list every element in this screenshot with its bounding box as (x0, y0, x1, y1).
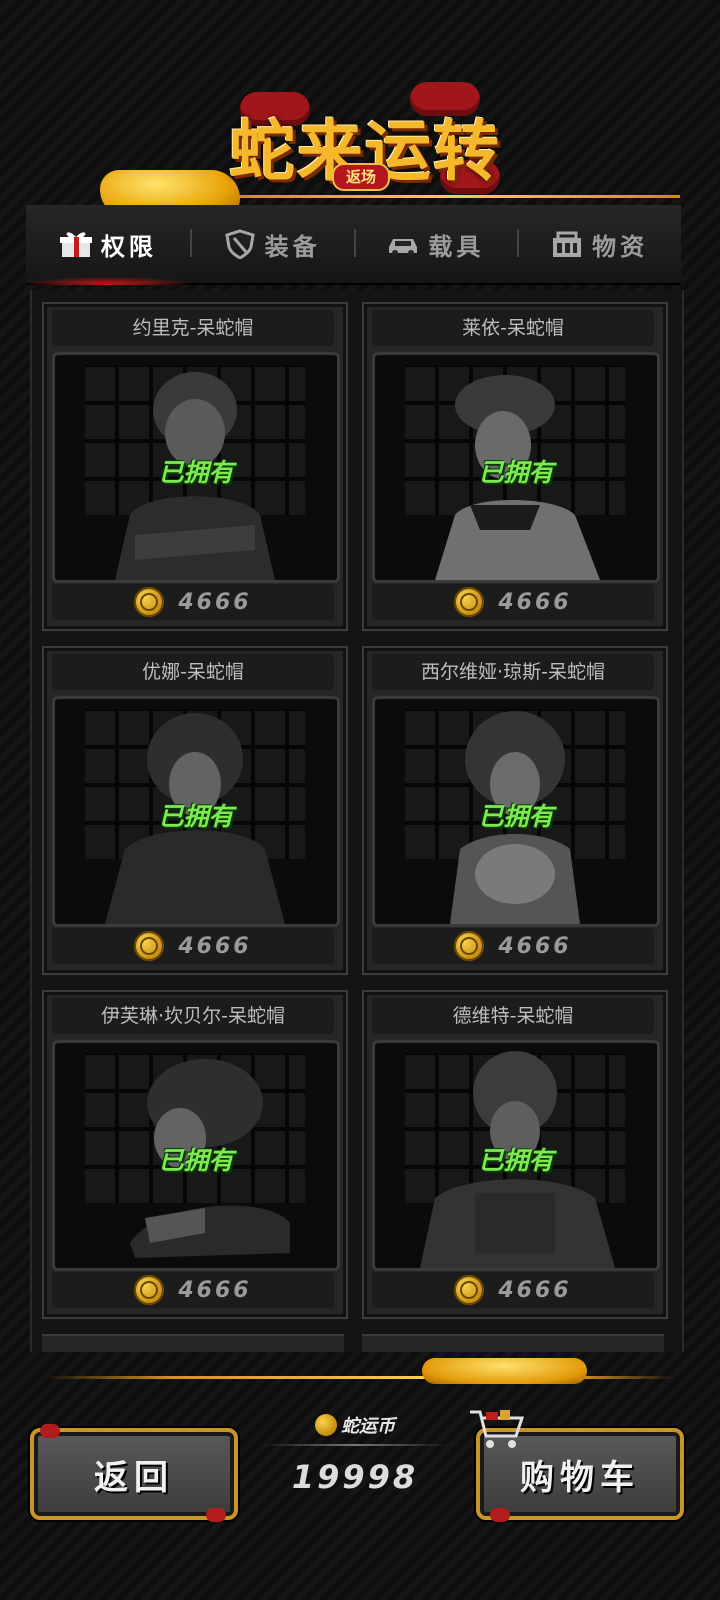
tab-label: 装备 (264, 232, 321, 261)
ornament-icon (40, 1424, 60, 1438)
owned-status: 已拥有 (478, 458, 554, 487)
cart-button-label: 购物车 (520, 1457, 640, 1498)
tab-supplies[interactable]: 物资 (517, 205, 681, 283)
price-bar: 4666 (372, 1272, 654, 1308)
snake-coin-icon (454, 931, 485, 961)
snake-coin-icon (454, 1275, 485, 1305)
price-bar: 4666 (372, 928, 654, 964)
car-icon (386, 229, 420, 259)
character-portrait: 已拥有 (372, 1040, 660, 1271)
tab-label: 载具 (428, 232, 485, 261)
product-name: 德维特-呆蛇帽 (372, 998, 654, 1034)
supply-crate-icon (550, 229, 584, 259)
back-button-label: 返回 (94, 1457, 174, 1498)
snake-coin-icon (134, 587, 165, 617)
header-divider (230, 195, 680, 198)
owned-status: 已拥有 (158, 1146, 234, 1175)
product-card-partial[interactable] (42, 1334, 344, 1352)
tab-equipment[interactable]: 装备 (189, 205, 354, 283)
snake-coin-icon (315, 1414, 337, 1436)
gift-box-icon (59, 229, 93, 259)
owned-status: 已拥有 (478, 802, 554, 831)
owned-status: 已拥有 (158, 458, 234, 487)
product-card-partial[interactable] (362, 1334, 664, 1352)
price-value: 4666 (178, 589, 252, 615)
product-name: 优娜-呆蛇帽 (52, 654, 334, 690)
back-button[interactable]: 返回 (30, 1424, 238, 1522)
currency-label: 蛇运币 (341, 1416, 395, 1437)
snake-coin-icon (454, 587, 485, 617)
ornament-icon (490, 1508, 510, 1522)
product-card[interactable]: 莱依-呆蛇帽 已拥有 4666 (362, 302, 668, 631)
product-name: 西尔维娅·琼斯-呆蛇帽 (372, 654, 654, 690)
owned-status: 已拥有 (478, 1146, 554, 1175)
price-value: 4666 (498, 589, 572, 615)
product-grid: 约里克-呆蛇帽 已拥有 4666 莱依-呆蛇帽 已拥有 4666 优娜-呆蛇帽 … (30, 290, 684, 1352)
price-value: 4666 (498, 933, 572, 959)
event-badge: 返场 (332, 163, 390, 191)
product-name: 伊芙琳·坎贝尔-呆蛇帽 (52, 998, 334, 1034)
price-value: 4666 (498, 1277, 572, 1303)
snake-coin-icon (134, 1275, 165, 1305)
category-tabs: 权限 装备 载具 物资 (26, 205, 681, 285)
currency-display: 蛇运币 19998 (255, 1408, 455, 1518)
tab-label: 物资 (592, 232, 649, 261)
product-card[interactable]: 约里克-呆蛇帽 已拥有 4666 (42, 302, 348, 631)
product-name: 莱依-呆蛇帽 (372, 310, 654, 346)
character-portrait: 已拥有 (372, 352, 660, 583)
shopping-cart-icon (470, 1410, 525, 1448)
character-portrait: 已拥有 (372, 696, 660, 927)
price-value: 4666 (178, 1277, 252, 1303)
ornament-icon (206, 1508, 226, 1522)
product-name: 约里克-呆蛇帽 (52, 310, 334, 346)
character-portrait: 已拥有 (52, 696, 340, 927)
shield-icon (223, 229, 257, 259)
currency-balance: 19998 (291, 1458, 419, 1496)
character-portrait: 已拥有 (52, 1040, 340, 1271)
golden-snake-decoration (422, 1358, 587, 1384)
event-logo: 蛇来运转 返场 (0, 70, 720, 220)
price-bar: 4666 (52, 1272, 334, 1308)
tab-label: 权限 (100, 232, 157, 261)
tab-permissions[interactable]: 权限 (26, 205, 190, 285)
price-bar: 4666 (52, 928, 334, 964)
product-card[interactable]: 西尔维娅·琼斯-呆蛇帽 已拥有 4666 (362, 646, 668, 975)
product-card[interactable]: 优娜-呆蛇帽 已拥有 4666 (42, 646, 348, 975)
owned-status: 已拥有 (158, 802, 234, 831)
tab-vehicles[interactable]: 载具 (353, 205, 518, 283)
snake-coin-icon (134, 931, 165, 961)
price-bar: 4666 (372, 584, 654, 620)
price-value: 4666 (178, 933, 252, 959)
price-bar: 4666 (52, 584, 334, 620)
character-portrait: 已拥有 (52, 352, 340, 583)
product-card[interactable]: 伊芙琳·坎贝尔-呆蛇帽 已拥有 4666 (42, 990, 348, 1319)
product-card[interactable]: 德维特-呆蛇帽 已拥有 4666 (362, 990, 668, 1319)
